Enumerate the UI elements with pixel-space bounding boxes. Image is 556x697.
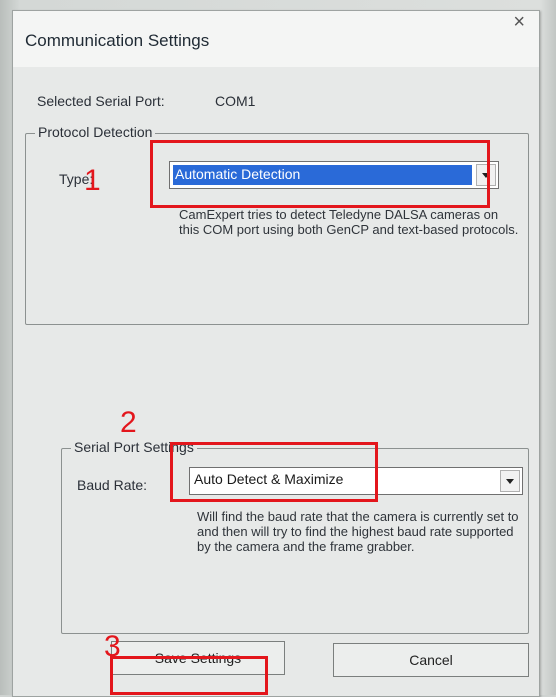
close-icon[interactable]: × xyxy=(513,11,525,34)
annotation-box-3 xyxy=(110,656,268,695)
annotation-number-1: 1 xyxy=(84,164,101,197)
protocol-description: CamExpert tries to detect Teledyne DALSA… xyxy=(179,207,519,237)
baud-rate-dropdown-arrow[interactable] xyxy=(500,470,520,492)
communication-settings-dialog: Communication Settings × Selected Serial… xyxy=(12,10,540,697)
serial-settings-description: Will find the baud rate that the camera … xyxy=(197,509,519,554)
selected-serial-port-value: COM1 xyxy=(215,93,256,109)
annotation-box-1 xyxy=(150,140,490,208)
dialog-title: Communication Settings xyxy=(25,31,210,50)
protocol-detection-label: Protocol Detection xyxy=(35,124,156,140)
annotation-number-2: 2 xyxy=(120,406,137,439)
baud-rate-label: Baud Rate: xyxy=(77,477,148,493)
annotation-box-2 xyxy=(170,442,378,502)
selected-serial-port-label: Selected Serial Port: xyxy=(37,93,165,109)
chevron-down-icon xyxy=(506,478,514,484)
cancel-button[interactable]: Cancel xyxy=(333,643,529,677)
title-bar: Communication Settings × xyxy=(13,11,539,67)
